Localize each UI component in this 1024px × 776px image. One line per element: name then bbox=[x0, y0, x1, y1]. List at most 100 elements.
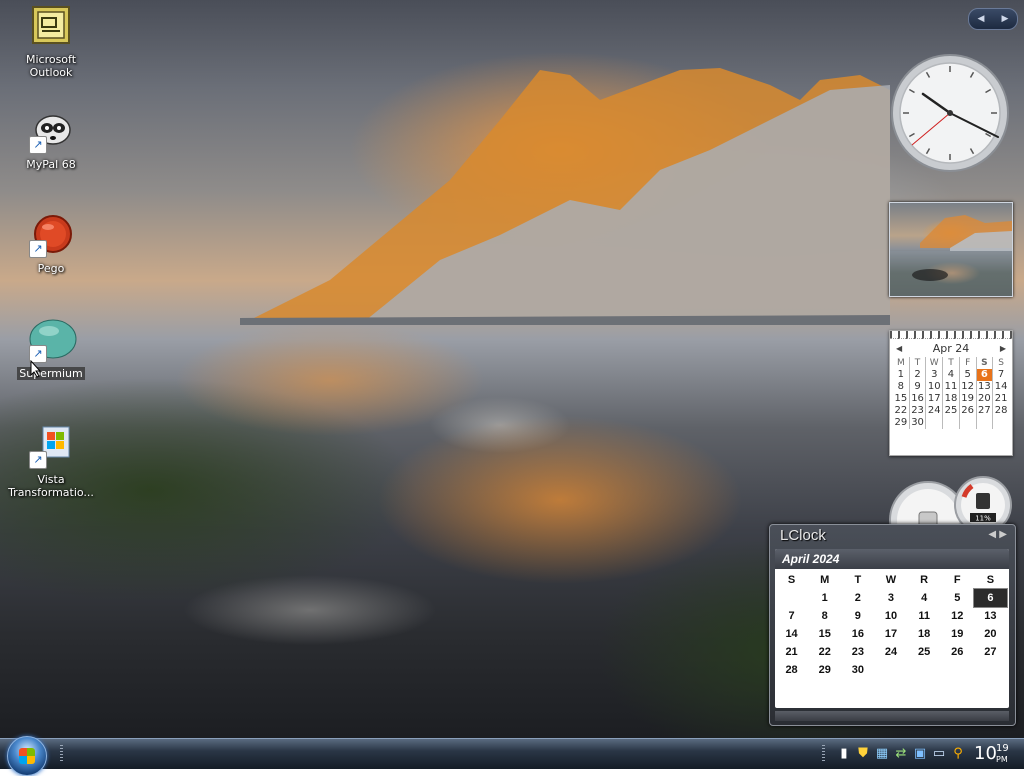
desktop-icon-mypal-68[interactable]: ↗ MyPal 68 bbox=[1, 110, 101, 171]
calendar-day[interactable]: 10 bbox=[874, 607, 907, 625]
calendar-day[interactable]: 18 bbox=[942, 393, 960, 405]
tray-grip[interactable] bbox=[822, 745, 825, 763]
calendar-day[interactable]: 3 bbox=[925, 369, 944, 381]
calendar-day[interactable]: 10 bbox=[925, 381, 944, 393]
calendar-day[interactable]: 5 bbox=[941, 589, 974, 607]
calendar-day[interactable]: 29 bbox=[808, 661, 841, 679]
calendar-day[interactable]: 1 bbox=[893, 369, 910, 381]
network-icon[interactable]: ⇄ bbox=[893, 746, 909, 762]
weekday-header: R bbox=[920, 574, 929, 586]
desktop-icon-microsoft-outlook[interactable]: Microsoft Outlook bbox=[1, 5, 101, 79]
calendar-day-today[interactable]: 6 bbox=[972, 588, 1009, 608]
calendar-day[interactable]: 5 bbox=[959, 369, 977, 381]
calendar-day[interactable]: 9 bbox=[909, 381, 927, 393]
calendar-day[interactable]: 3 bbox=[874, 589, 907, 607]
weekday-header: S bbox=[976, 357, 994, 369]
desktop-icon-vista-transformation[interactable]: ↗ Vista Transformatio... bbox=[1, 425, 101, 499]
lclock-prev-icon[interactable]: ◀ bbox=[988, 529, 996, 540]
calendar-day[interactable]: 18 bbox=[908, 625, 941, 643]
calendar-day[interactable]: 29 bbox=[893, 417, 910, 429]
calendar-day[interactable]: 2 bbox=[841, 589, 874, 607]
calendar-day[interactable]: 20 bbox=[976, 393, 994, 405]
calendar-day[interactable]: 28 bbox=[993, 405, 1009, 417]
calendar-day[interactable]: 22 bbox=[808, 643, 841, 661]
calendar-day[interactable]: 27 bbox=[976, 405, 994, 417]
speaker-icon[interactable]: ▮ bbox=[836, 746, 852, 762]
calendar-day[interactable]: 24 bbox=[874, 643, 907, 661]
calendar-day[interactable]: 26 bbox=[941, 643, 974, 661]
shortcut-arrow-icon: ↗ bbox=[29, 240, 47, 258]
calendar-day[interactable]: 9 bbox=[841, 607, 874, 625]
mini-calendar-next-button[interactable]: ▶ bbox=[1000, 344, 1006, 353]
calendar-day[interactable]: 21 bbox=[993, 393, 1009, 405]
weekday-header: T bbox=[854, 574, 862, 586]
analog-clock-gadget[interactable] bbox=[890, 53, 1010, 173]
calendar-day[interactable]: 2 bbox=[909, 369, 927, 381]
calendar-day-today[interactable]: 6 bbox=[976, 369, 994, 381]
calendar-day[interactable]: 4 bbox=[942, 369, 960, 381]
calendar-day[interactable]: 19 bbox=[941, 625, 974, 643]
sidebar-prev-button[interactable]: ◀ bbox=[978, 14, 985, 24]
mini-calendar-gadget[interactable]: ◀ Apr 24 ▶ M T W T F S S 1 2 3 4 5 6 7 8… bbox=[889, 330, 1013, 456]
calendar-day[interactable]: 16 bbox=[841, 625, 874, 643]
calendar-day[interactable]: 7 bbox=[775, 607, 808, 625]
calendar-day[interactable]: 15 bbox=[808, 625, 841, 643]
calendar-day[interactable]: 16 bbox=[909, 393, 927, 405]
desktop-icon-pego[interactable]: ↗ Pego bbox=[1, 214, 101, 275]
calendar-day[interactable]: 22 bbox=[893, 405, 910, 417]
weekday-header: M bbox=[820, 574, 830, 586]
desktop-icon-supermium[interactable]: ↗ Supermium bbox=[1, 319, 101, 380]
calendar-day[interactable]: 14 bbox=[993, 381, 1009, 393]
calendar-day[interactable]: 15 bbox=[893, 393, 910, 405]
taskbar: ▮ ⛊ ▦ ⇄ ▣ ▭ ⚲ 10 19 PM bbox=[0, 736, 1024, 776]
calendar-day[interactable]: 17 bbox=[925, 393, 944, 405]
mini-calendar-prev-button[interactable]: ◀ bbox=[896, 344, 902, 353]
calendar-day[interactable]: 30 bbox=[841, 661, 874, 679]
calendar-day[interactable]: 25 bbox=[908, 643, 941, 661]
calendar-day[interactable]: 8 bbox=[893, 381, 910, 393]
calendar-day[interactable]: 7 bbox=[993, 369, 1009, 381]
calendar-day[interactable]: 26 bbox=[959, 405, 977, 417]
calendar-day[interactable]: 4 bbox=[908, 589, 941, 607]
clock-hour: 10 bbox=[974, 743, 997, 764]
lclock-calendar-window[interactable]: LClock ◀ ▶ April 2024 S M T W R F S 1 2 … bbox=[769, 524, 1016, 726]
monitor-icon[interactable]: ▭ bbox=[931, 746, 947, 762]
calendar-day[interactable]: 21 bbox=[775, 643, 808, 661]
sidebar-next-button[interactable]: ▶ bbox=[1002, 14, 1009, 24]
calendar-day[interactable]: 23 bbox=[909, 405, 927, 417]
calendar-day bbox=[941, 661, 974, 679]
calendar-day[interactable]: 23 bbox=[841, 643, 874, 661]
calendar-day[interactable]: 14 bbox=[775, 625, 808, 643]
shortcut-arrow-icon: ↗ bbox=[29, 451, 47, 469]
calendar-day[interactable]: 11 bbox=[942, 381, 960, 393]
mini-calendar-grid: M T W T F S S 1 2 3 4 5 6 7 8 9 10 11 12… bbox=[893, 357, 1009, 429]
taskbar-grip[interactable] bbox=[60, 745, 63, 763]
outlook-icon bbox=[29, 5, 73, 49]
calendar-day[interactable]: 12 bbox=[959, 381, 977, 393]
calendar-day[interactable]: 1 bbox=[808, 589, 841, 607]
taskbar-clock[interactable]: 10 19 PM bbox=[974, 741, 1009, 767]
start-button[interactable] bbox=[7, 736, 47, 776]
calendar-day[interactable]: 24 bbox=[925, 405, 944, 417]
calendar-day[interactable]: 28 bbox=[775, 661, 808, 679]
calendar-day[interactable]: 11 bbox=[908, 607, 941, 625]
calendar-day[interactable]: 25 bbox=[942, 405, 960, 417]
calendar-day[interactable]: 17 bbox=[874, 625, 907, 643]
calendar-day[interactable]: 30 bbox=[909, 417, 927, 429]
lclock-next-icon[interactable]: ▶ bbox=[999, 529, 1007, 540]
windows-update-icon[interactable]: ▣ bbox=[912, 746, 928, 762]
mypal-raccoon-icon: ↗ bbox=[29, 110, 73, 154]
calendar-day[interactable]: 20 bbox=[974, 625, 1007, 643]
shield-icon[interactable]: ⛊ bbox=[855, 746, 871, 762]
search-icon[interactable]: ⚲ bbox=[950, 746, 966, 762]
calendar-day[interactable]: 13 bbox=[976, 381, 994, 393]
calendar-day[interactable]: 13 bbox=[974, 607, 1007, 625]
calendar-day[interactable]: 8 bbox=[808, 607, 841, 625]
calendar-day[interactable]: 19 bbox=[959, 393, 977, 405]
slideshow-gadget[interactable] bbox=[889, 202, 1013, 297]
network-icon[interactable]: ▦ bbox=[874, 746, 890, 762]
sidebar-navigation: ◀ ▶ bbox=[968, 8, 1018, 30]
weekday-header: S bbox=[787, 574, 796, 586]
calendar-day[interactable]: 27 bbox=[974, 643, 1007, 661]
calendar-day[interactable]: 12 bbox=[941, 607, 974, 625]
